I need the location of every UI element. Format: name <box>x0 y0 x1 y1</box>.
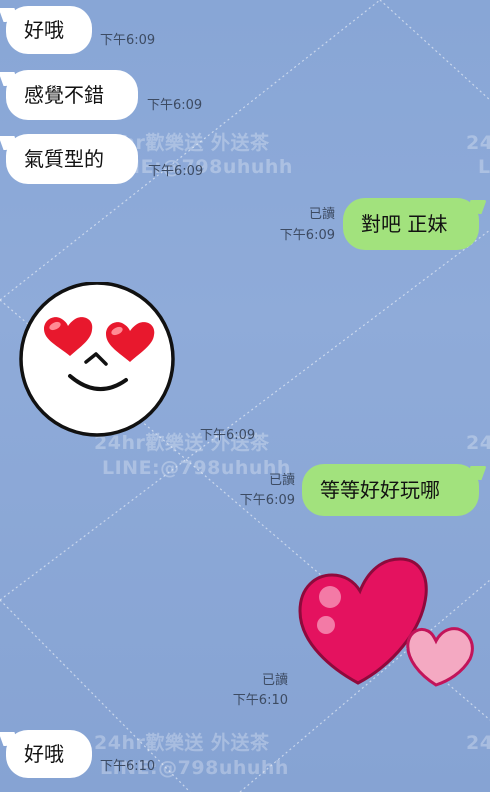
incoming-message-bubble[interactable]: 感覺不錯 <box>6 70 138 120</box>
incoming-message-bubble[interactable]: 氣質型的 <box>6 134 138 184</box>
read-receipt: 已讀 <box>261 673 288 688</box>
message-text: 氣質型的 <box>24 147 104 171</box>
message-text: 對吧 正妹 <box>361 212 448 236</box>
message-timestamp: 下午6:09 <box>239 493 295 508</box>
pink-hearts-icon[interactable] <box>296 555 480 695</box>
message-timestamp: 下午6:09 <box>279 228 335 243</box>
incoming-message-bubble[interactable]: 好哦 <box>6 6 92 54</box>
watermark-text: 24hr歡樂送 外送茶 <box>466 432 490 454</box>
heart-eyes-face-icon <box>19 281 175 437</box>
message-timestamp: 下午6:10 <box>100 759 156 774</box>
message-timestamp: 下午6:09 <box>147 98 203 113</box>
watermark-text: LINE:@798uhuhh <box>478 156 490 178</box>
outgoing-message-bubble[interactable]: 對吧 正妹 <box>343 198 479 250</box>
message-timestamp: 下午6:09 <box>200 428 256 443</box>
message-timestamp: 下午6:09 <box>100 33 156 48</box>
read-receipt: 已讀 <box>308 207 335 222</box>
message-text: 等等好好玩哪 <box>320 478 440 502</box>
watermark-text: 24hr歡樂送 外送茶 <box>466 132 490 154</box>
watermark-text: 24hr歡樂送 外送茶 <box>466 732 490 754</box>
read-receipt: 已讀 <box>268 473 295 488</box>
incoming-message-bubble[interactable]: 好哦 <box>6 730 92 778</box>
message-timestamp: 下午6:09 <box>148 164 204 179</box>
message-timestamp: 下午6:10 <box>232 693 288 708</box>
outgoing-message-bubble[interactable]: 等等好好玩哪 <box>302 464 479 516</box>
message-text: 好哦 <box>24 742 64 766</box>
watermark-text: 24hr歡樂送 外送茶 <box>94 732 270 754</box>
message-text: 好哦 <box>24 18 64 42</box>
message-text: 感覺不錯 <box>24 83 104 107</box>
heart-eyes-face-icon[interactable] <box>18 281 178 440</box>
pink-hearts-icon <box>298 557 474 687</box>
